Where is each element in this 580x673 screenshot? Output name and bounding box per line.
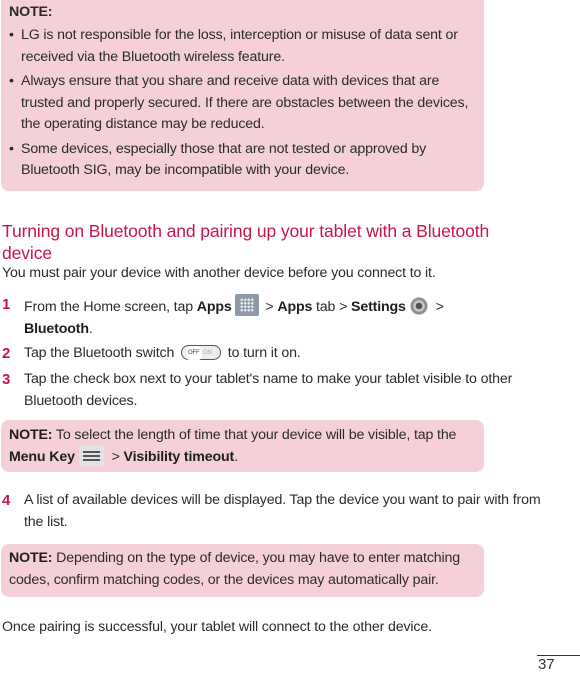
step-text-part: Tap the Bluetooth switch — [24, 345, 178, 361]
note-text: . — [234, 449, 238, 465]
menu-key-label: Menu Key — [9, 449, 75, 465]
step-number: 3 — [2, 371, 11, 388]
step-number: 4 — [2, 492, 11, 509]
section-heading: Turning on Bluetooth and pairing up your… — [2, 221, 490, 263]
visibility-timeout-label: Visibility timeout — [123, 449, 235, 465]
step-text-part: to turn it on. — [223, 345, 301, 361]
step-1: 1 From the Home screen, tap Apps > Apps … — [2, 294, 542, 340]
step-4: 4 A list of available devices will be di… — [2, 490, 542, 533]
step-text-part: > — [261, 299, 278, 315]
settings-gear-icon — [409, 297, 428, 315]
step-number: 1 — [2, 296, 11, 313]
step-text-part: > — [431, 299, 444, 315]
step-number: 2 — [2, 345, 11, 362]
note-title: NOTE: — [9, 4, 53, 20]
note-box-bluetooth-disclaimer: NOTE: LG is not responsible for the loss… — [1, 0, 484, 191]
note-text: To select the length of time that your d… — [52, 427, 457, 443]
step-text-part: From the Home screen, tap — [24, 299, 197, 315]
step-2: 2 Tap the Bluetooth switch OFF ON to turn… — [2, 343, 542, 365]
step-text-part: . — [88, 320, 93, 337]
note-label: NOTE: — [9, 427, 53, 443]
note-text: > — [107, 449, 124, 465]
step-text: A list of available devices will be disp… — [24, 492, 541, 530]
menu-key-icon — [78, 446, 104, 466]
step-text: Tap the check box next to your tablet's … — [24, 371, 513, 409]
switch-off-label: OFF — [185, 346, 202, 361]
note-bullet: LG is not responsible for the loss, inte… — [9, 25, 484, 68]
note-box-visibility: NOTE: To select the length of time that … — [1, 420, 484, 472]
page-number: 37 — [538, 656, 555, 673]
step-3: 3 Tap the check box next to your tablet'… — [2, 369, 542, 412]
step-text: From the Home screen, tap Apps > Apps ta… — [24, 294, 542, 340]
note-label: NOTE: — [9, 550, 53, 566]
step-text-part: tab > — [312, 299, 352, 315]
note-text: Depending on the type of device, you may… — [9, 550, 461, 588]
step-text: Tap the Bluetooth switch OFF ON to turn i… — [24, 343, 542, 365]
closing-text: Once pairing is successful, your tablet … — [2, 619, 432, 635]
switch-on-label: ON — [202, 350, 212, 356]
settings-label: Settings — [351, 299, 406, 315]
note-box-pairing: NOTE: Depending on the type of device, y… — [1, 544, 484, 597]
note-bullet: Always ensure that you share and receive… — [9, 71, 484, 136]
note-bullet: Some devices, especially those that are … — [9, 139, 484, 182]
apps-grid-icon — [234, 294, 259, 316]
apps-tab-label: Apps — [277, 299, 313, 315]
apps-label: Apps — [196, 299, 232, 315]
section-intro: You must pair your device with another d… — [2, 265, 436, 281]
bluetooth-label: Bluetooth — [24, 320, 89, 337]
bluetooth-switch-icon: OFF ON — [180, 345, 221, 361]
